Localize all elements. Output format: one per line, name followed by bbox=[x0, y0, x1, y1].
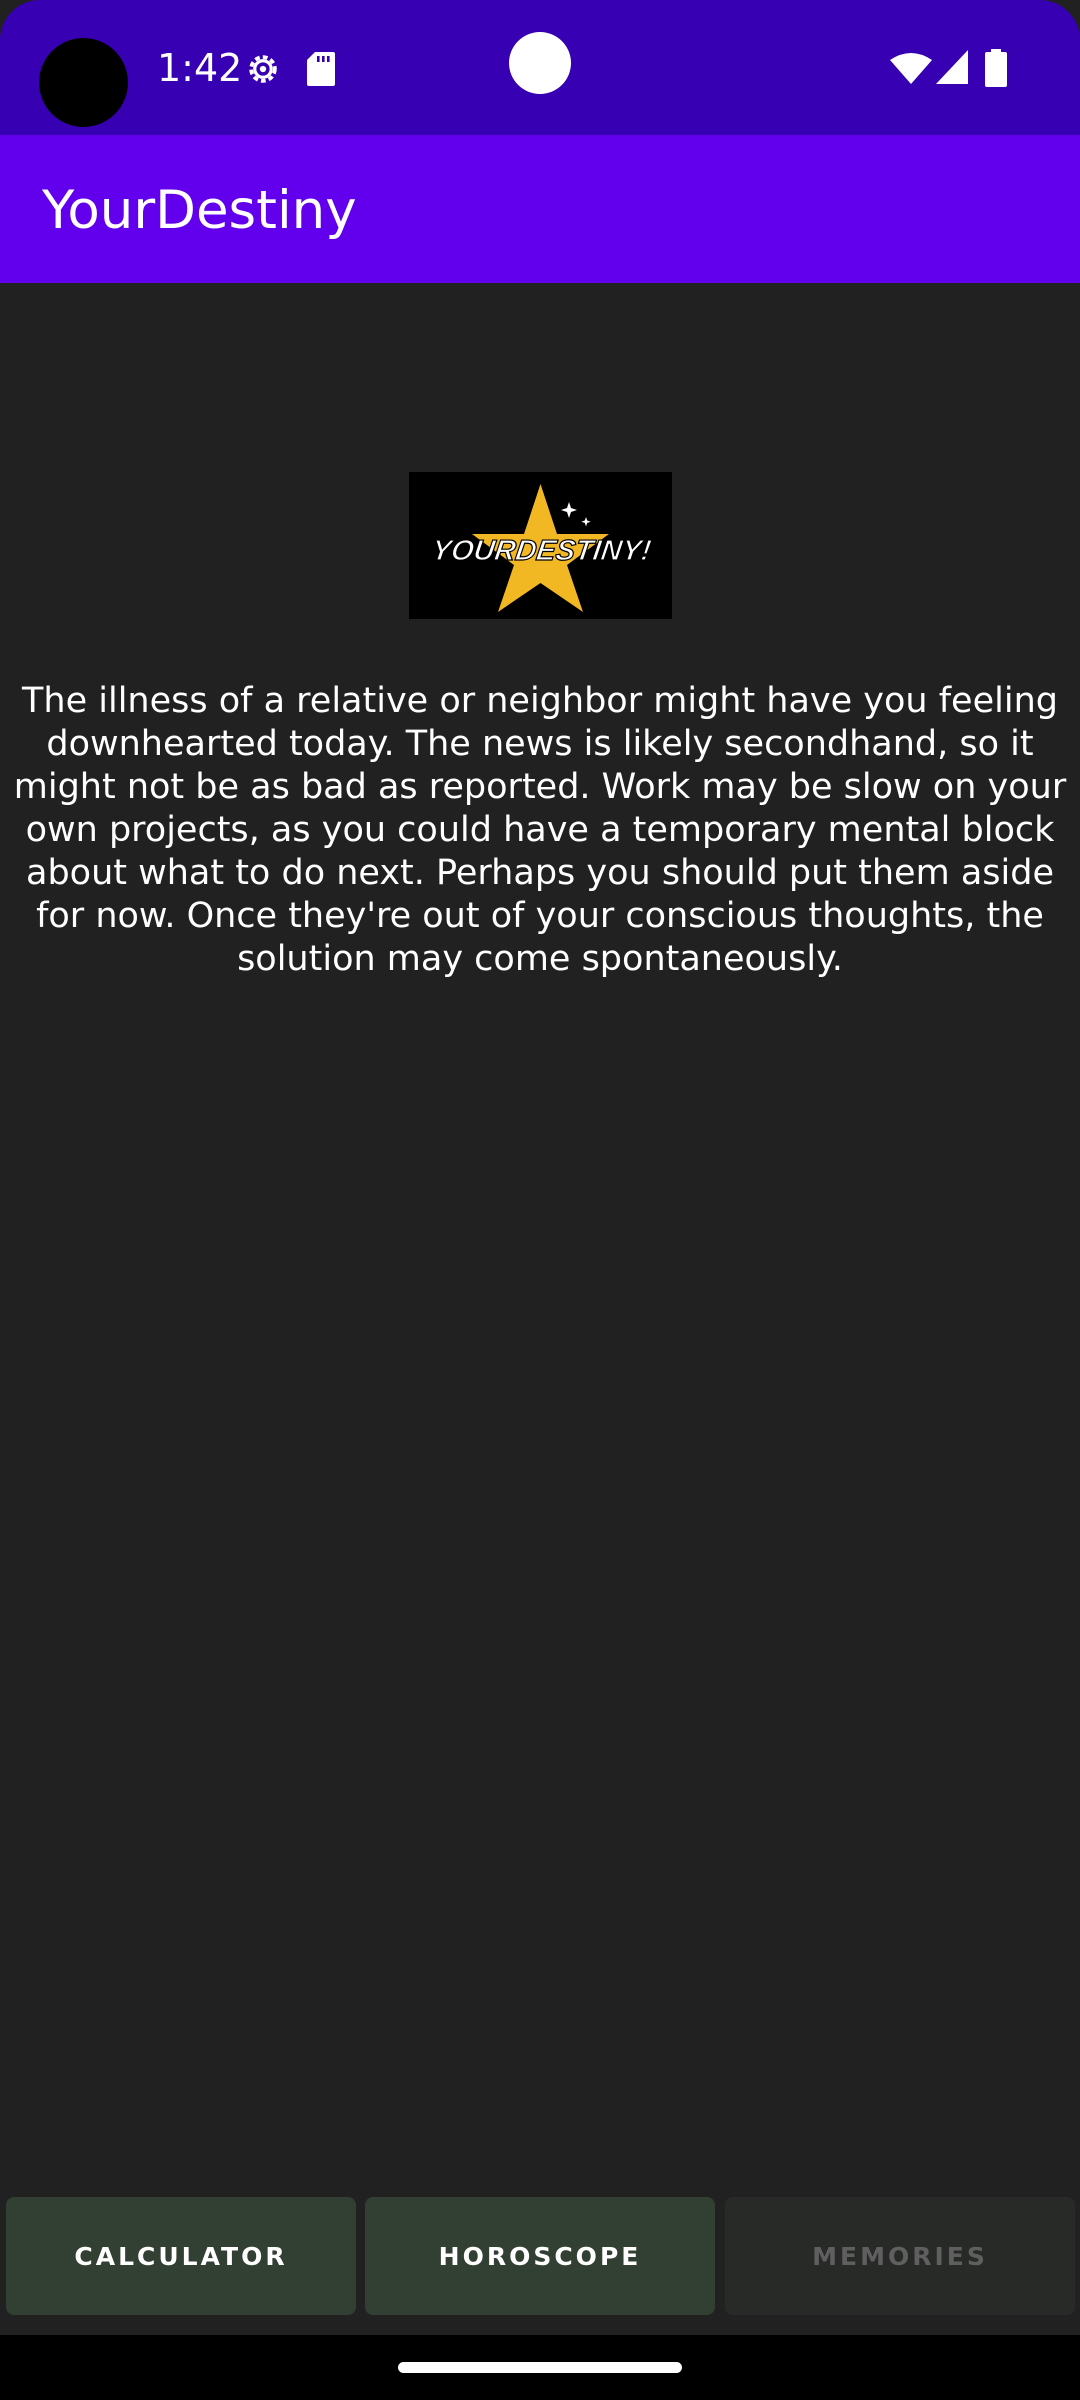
app-title: YourDestiny bbox=[42, 180, 357, 241]
status-bar: 1:42 bbox=[0, 0, 1080, 135]
cell-signal-icon bbox=[936, 50, 968, 84]
yourdestiny-logo: YOURDESTINY! bbox=[409, 472, 672, 619]
screen-record-indicator bbox=[509, 32, 571, 94]
memories-button[interactable]: MEMORIES bbox=[725, 2197, 1075, 2315]
wifi-icon bbox=[890, 52, 932, 84]
status-time: 1:42 bbox=[157, 46, 243, 90]
calculator-button[interactable]: CALCULATOR bbox=[6, 2197, 356, 2315]
app-screen: 1:42 YourDestiny YOURDESTINY! The illnes… bbox=[0, 0, 1080, 2400]
logo-text: YOURDESTINY! bbox=[430, 535, 654, 567]
battery-icon bbox=[985, 49, 1007, 87]
sd-card-icon bbox=[307, 52, 335, 86]
settings-gear-icon bbox=[244, 50, 282, 88]
camera-cutout bbox=[39, 38, 128, 127]
home-gesture-handle[interactable] bbox=[398, 2362, 682, 2373]
horoscope-text: The illness of a relative or neighbor mi… bbox=[13, 681, 1067, 979]
horoscope-button[interactable]: HOROSCOPE bbox=[365, 2197, 715, 2315]
system-nav-bar bbox=[0, 2335, 1080, 2400]
app-bar: YourDestiny bbox=[0, 135, 1080, 283]
